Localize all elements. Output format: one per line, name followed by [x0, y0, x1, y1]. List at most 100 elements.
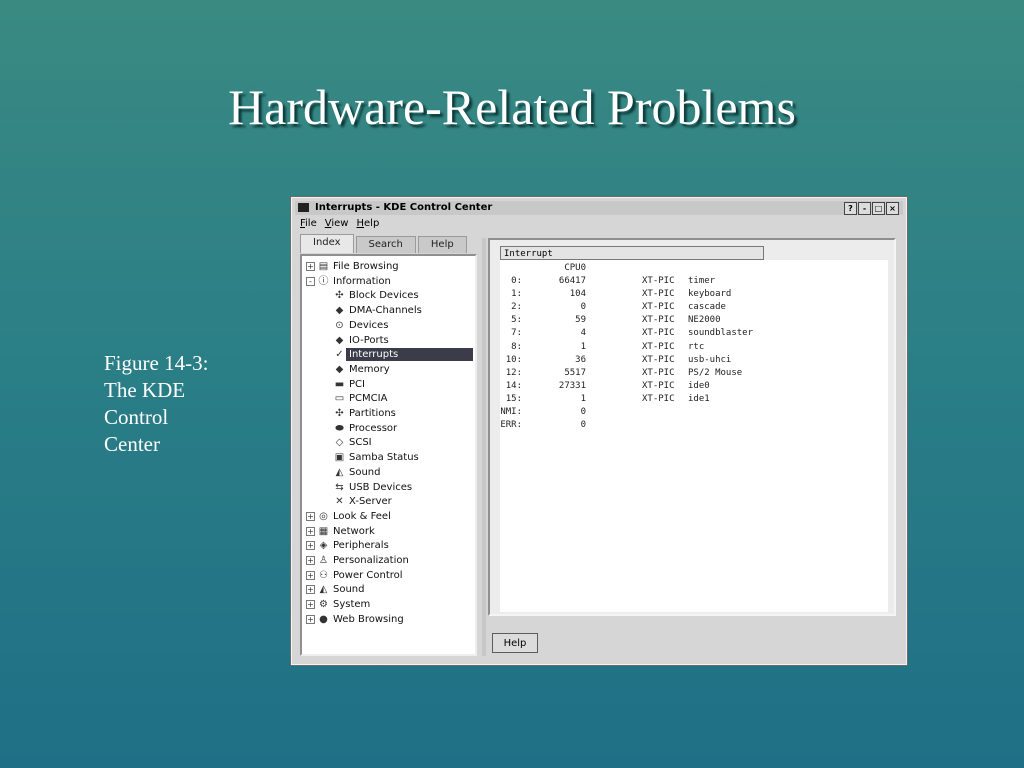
- interrupt-device: PS/2 Mouse: [688, 367, 743, 378]
- interrupt-type: XT-PIC: [642, 367, 675, 378]
- tree-item[interactable]: ◆ DMA-Channels: [306, 304, 471, 317]
- interrupt-device: usb-uhci: [688, 354, 732, 365]
- tab-search[interactable]: Search: [355, 236, 416, 253]
- interrupt-count: 1: [580, 341, 586, 352]
- tree-item-label: Sound: [333, 584, 365, 596]
- caption-line: Center: [104, 432, 160, 456]
- tree-item[interactable]: ▣ Samba Status: [306, 451, 471, 464]
- interrupt-row[interactable]: ERR: 0: [500, 419, 888, 432]
- tree-item[interactable]: ◭ Sound: [306, 466, 471, 479]
- window-titlebar[interactable]: Interrupts - KDE Control Center ? - □ ×: [295, 201, 903, 215]
- tree-item[interactable]: ◆ IO-Ports: [306, 334, 471, 347]
- collapse-icon[interactable]: -: [306, 276, 315, 286]
- tree-item[interactable]: + ▦ Network: [306, 525, 471, 538]
- menu-file[interactable]: File: [300, 218, 317, 229]
- memory-icon: ◆: [335, 363, 344, 375]
- interrupt-count: 104: [569, 289, 586, 300]
- interrupt-column-header[interactable]: Interrupt: [500, 246, 764, 260]
- tree-item[interactable]: + ⚙ System: [306, 598, 471, 611]
- tree-item[interactable]: ⇆ USB Devices: [306, 481, 471, 494]
- close-icon[interactable]: ×: [886, 202, 899, 215]
- tree-item-label: Interrupts: [346, 348, 473, 362]
- panel-splitter[interactable]: [482, 238, 486, 656]
- sidebar-tabs: Index Search Help: [300, 234, 469, 253]
- interrupt-device: ide1: [688, 393, 710, 404]
- tree-item[interactable]: ✣ Partitions: [306, 407, 471, 420]
- expand-icon[interactable]: +: [306, 511, 315, 521]
- tree-item[interactable]: + ◎ Look & Feel: [306, 510, 471, 523]
- expand-icon[interactable]: +: [306, 262, 315, 271]
- interrupt-row[interactable]: 8: 1 XT-PIC rtc: [500, 341, 888, 354]
- tree-item[interactable]: - ⓘ Information: [306, 275, 471, 288]
- tree-item[interactable]: ✣ Block Devices: [306, 289, 471, 302]
- interrupt-row[interactable]: 5: 59 XT-PIC NE2000: [500, 314, 888, 327]
- expand-icon[interactable]: +: [306, 585, 315, 595]
- interrupt-row[interactable]: 0: 66417 XT-PIC timer: [500, 275, 888, 288]
- power-control-icon: ⚇: [319, 569, 328, 581]
- interrupt-count: 4: [580, 328, 586, 339]
- menu-view[interactable]: View: [325, 218, 349, 229]
- interrupt-row[interactable]: 2: 0 XT-PIC cascade: [500, 301, 888, 314]
- tree-item[interactable]: ⬬ Processor: [306, 422, 471, 435]
- tree-item[interactable]: + ♙ Personalization: [306, 554, 471, 567]
- minimize-icon[interactable]: -: [858, 202, 871, 215]
- tab-index[interactable]: Index: [300, 234, 354, 253]
- pci-icon: ▬: [334, 378, 345, 390]
- interrupt-device: cascade: [688, 302, 726, 313]
- tree-item-label: Look & Feel: [333, 510, 391, 522]
- tree-item[interactable]: + ▤ File Browsing: [306, 260, 471, 273]
- tab-help[interactable]: Help: [417, 236, 467, 253]
- tree-item[interactable]: + ◈ Peripherals: [306, 539, 471, 552]
- interrupt-row[interactable]: 7: 4 XT-PIC soundblaster: [500, 327, 888, 340]
- tree-item-label: DMA-Channels: [349, 305, 422, 317]
- interrupt-row[interactable]: 12: 5517 XT-PIC PS/2 Mouse: [500, 367, 888, 380]
- interrupt-device: NE2000: [688, 315, 721, 326]
- tree-item[interactable]: ▭ PCMCIA: [306, 392, 471, 405]
- tree-item-label: File Browsing: [333, 261, 399, 272]
- kde-app-icon[interactable]: [298, 203, 309, 212]
- expand-icon[interactable]: +: [306, 541, 315, 551]
- menu-help[interactable]: Help: [356, 218, 379, 229]
- processor-icon: ⬬: [335, 422, 344, 434]
- info-icon: ⓘ: [318, 275, 329, 287]
- interrupt-row[interactable]: NMI: 0: [500, 406, 888, 419]
- expand-icon[interactable]: +: [306, 526, 315, 536]
- interrupt-type: XT-PIC: [642, 341, 675, 352]
- interrupt-count: 59: [575, 315, 586, 326]
- expand-icon[interactable]: +: [306, 600, 315, 610]
- tree-item[interactable]: + ◭ Sound: [306, 583, 471, 596]
- expand-icon[interactable]: +: [306, 570, 315, 580]
- maximize-icon[interactable]: □: [872, 202, 885, 215]
- interrupt-irq: 15:: [505, 393, 522, 404]
- tree-item[interactable]: + ⚇ Power Control: [306, 569, 471, 582]
- sound-icon: ◭: [335, 466, 344, 478]
- tree-item[interactable]: ◇ SCSI: [306, 436, 471, 449]
- tree-item[interactable]: ◆ Memory: [306, 363, 471, 376]
- tree-item[interactable]: ✓ Interrupts: [306, 348, 473, 362]
- tree-item[interactable]: ⊙ Devices: [306, 319, 471, 332]
- module-tree: + ▤ File Browsing - ⓘ Information ✣ Block Devic…: [300, 254, 477, 656]
- interrupt-count: 1: [580, 393, 586, 404]
- tree-item-label: System: [333, 599, 371, 611]
- tree-item-label: Memory: [349, 363, 390, 375]
- interrupt-row[interactable]: 15: 1 XT-PIC ide1: [500, 393, 888, 406]
- expand-icon[interactable]: +: [306, 556, 315, 565]
- interrupt-row[interactable]: 10: 36 XT-PIC usb-uhci: [500, 354, 888, 367]
- caption-line: Control: [104, 405, 169, 429]
- interrupt-irq: 1:: [511, 289, 522, 300]
- interrupt-count: 0: [580, 420, 586, 431]
- interrupt-row[interactable]: 1: 104 XT-PIC keyboard: [500, 288, 888, 301]
- expand-icon[interactable]: +: [306, 614, 315, 624]
- interrupt-irq: 0:: [511, 276, 522, 286]
- help-icon[interactable]: ?: [844, 202, 857, 215]
- peripherals-icon: ◈: [319, 540, 328, 552]
- help-button[interactable]: Help: [492, 633, 538, 653]
- tree-item[interactable]: ✕ X-Server: [306, 495, 471, 508]
- tree-item[interactable]: + ● Web Browsing: [306, 613, 471, 626]
- interrupt-row[interactable]: 14: 27331 XT-PIC ide0: [500, 380, 888, 393]
- partitions-icon: ✣: [335, 408, 344, 419]
- interrupt-device: soundblaster: [688, 328, 754, 339]
- sound-icon: ◭: [319, 584, 328, 596]
- tree-item[interactable]: ▬ PCI: [306, 378, 471, 391]
- interrupt-irq: 7:: [511, 328, 522, 339]
